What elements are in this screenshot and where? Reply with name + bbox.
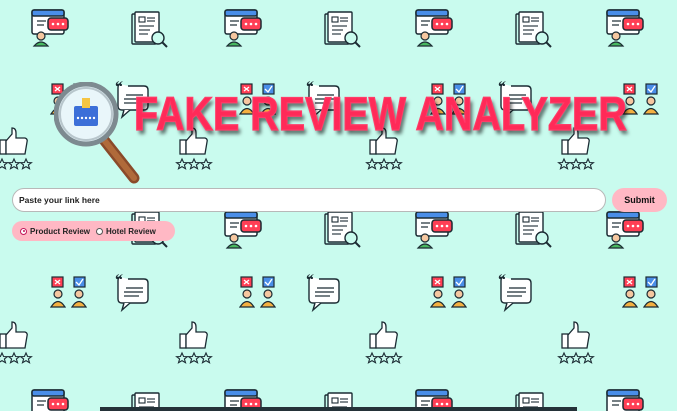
document-search-icon [324,11,361,48]
vote-people-icon [622,83,659,115]
vote-people-icon [622,276,659,308]
browser-chat-icon [415,211,453,249]
thumbs-up-stars-icon [557,321,595,364]
radio-button-icon[interactable] [20,227,27,235]
browser-chat-icon [606,211,644,249]
document-search-icon [515,211,552,248]
vote-people-icon [430,276,467,308]
browser-chat-icon [606,9,644,47]
browser-chat-icon [415,9,453,47]
thumbs-up-stars-icon [365,321,403,364]
quote-bubble-icon [305,271,340,311]
quote-bubble-icon [114,271,149,311]
thumbs-up-stars-icon [175,321,213,364]
browser-chat-icon [31,9,69,47]
quote-bubble-icon [497,271,532,311]
radio-label-hotel: Hotel Review [106,226,156,236]
thumbs-up-stars-icon [0,127,33,170]
link-input[interactable] [12,188,606,212]
radio-hotel-review[interactable]: Hotel Review [96,227,156,236]
vote-people-icon [239,276,276,308]
document-search-icon [324,211,361,248]
magnifier-logo-icon [54,82,140,184]
thumbs-up-stars-icon [0,321,33,364]
browser-chat-icon [31,389,69,411]
app-title: FAKE REVIEW ANALYZER [133,86,627,140]
browser-chat-icon [224,211,262,249]
radio-button-icon[interactable] [96,227,104,235]
browser-chat-icon [606,389,644,411]
browser-chat-icon [224,9,262,47]
radio-label-product: Product Review [30,226,91,236]
document-search-icon [515,11,552,48]
submit-button[interactable]: Submit [612,188,667,212]
vote-people-icon [50,276,87,308]
radio-product-review[interactable]: Product Review [20,227,90,236]
review-type-radio-group: Product Review Hotel Review [12,221,175,241]
bottom-divider [100,407,577,411]
document-search-icon [131,11,168,48]
